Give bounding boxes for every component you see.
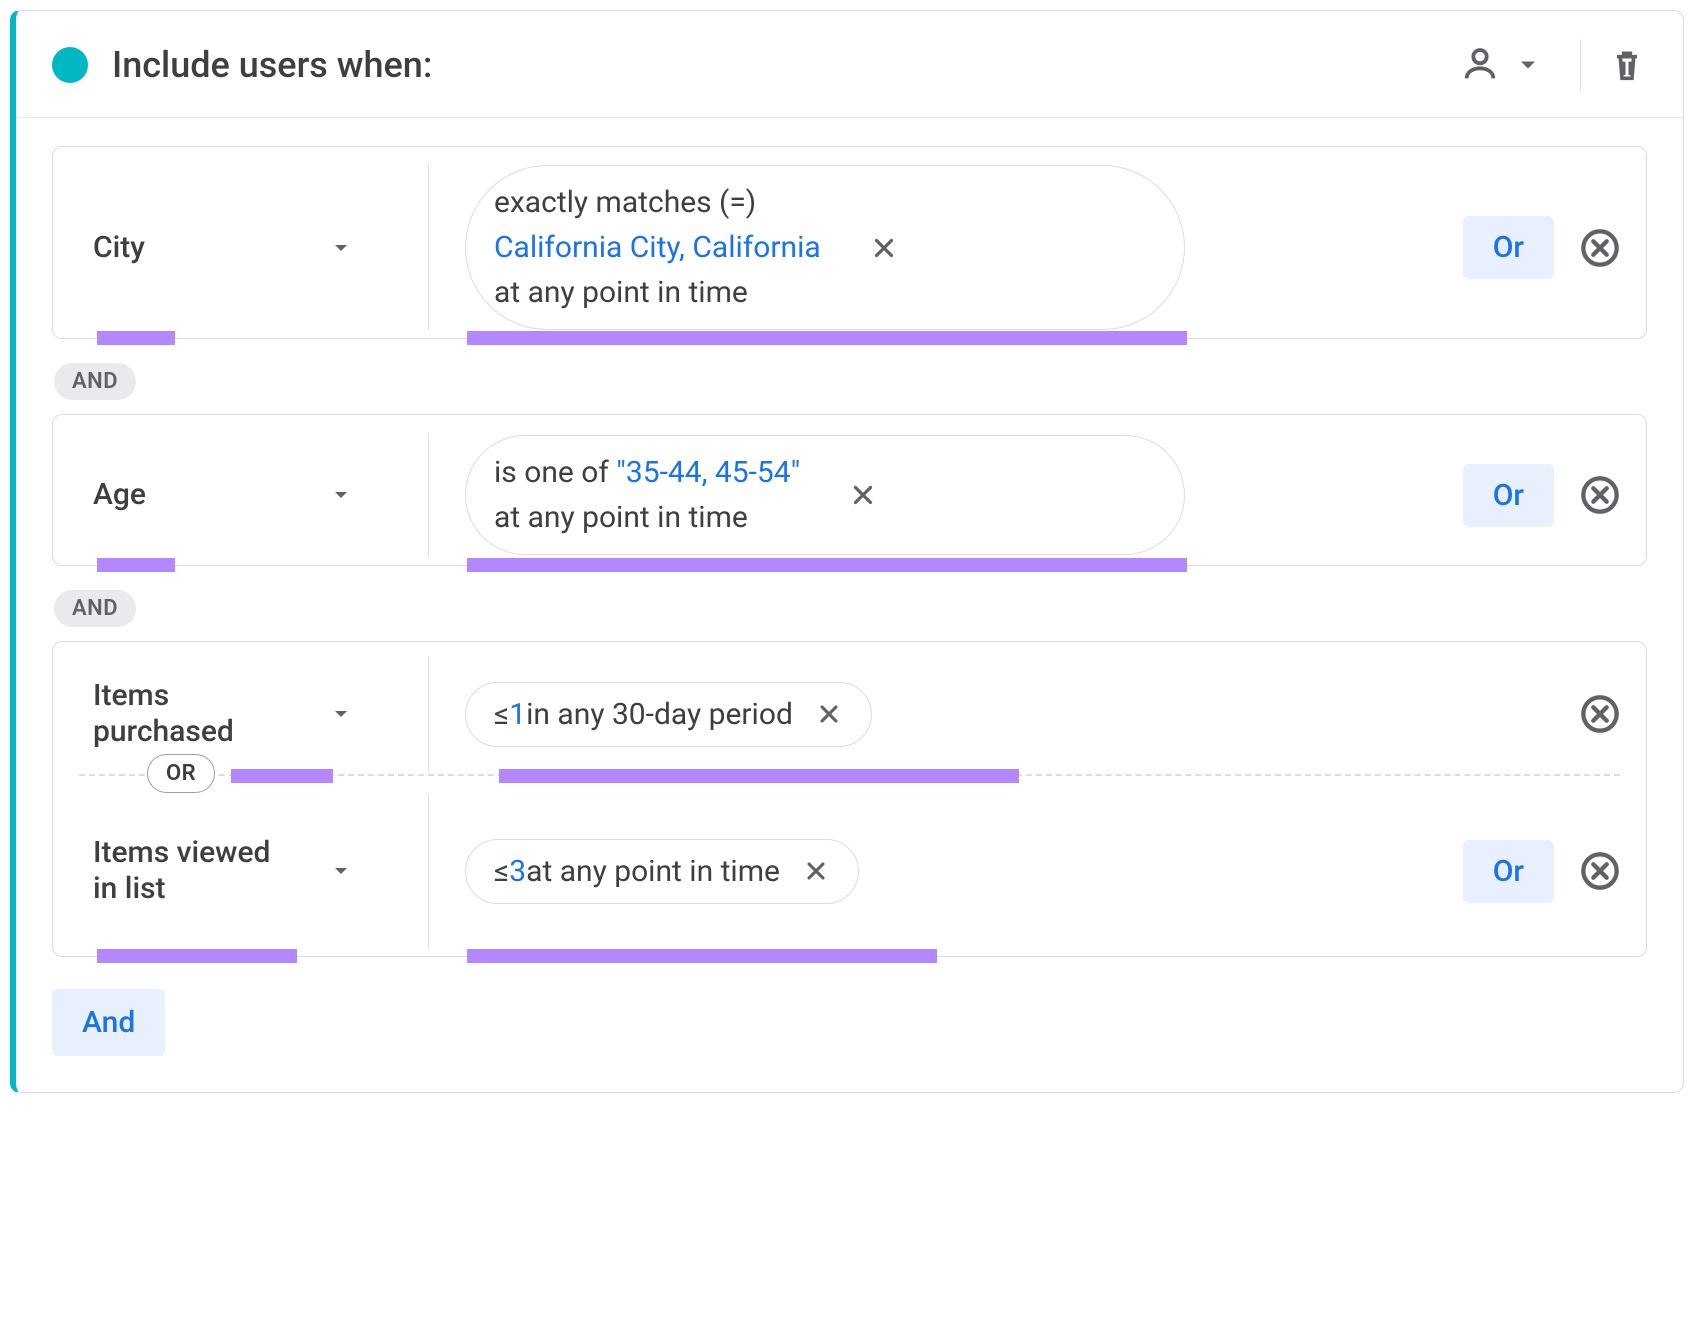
row-actions: Or (1443, 165, 1620, 330)
condition-cell: is one of "35-44, 45-54" at any point in… (465, 433, 1443, 557)
dimension-dropdown[interactable]: Items viewed in list (93, 835, 353, 907)
include-indicator-dot (52, 47, 88, 83)
condition-operator: is one of (494, 455, 616, 490)
audience-condition-panel: Include users when: City (10, 10, 1684, 1093)
condition-cell: ≤ 3 at any point in time (465, 794, 1443, 948)
condition-line: is one of "35-44, 45-54" (494, 450, 800, 495)
dimension-cell: Items purchased (53, 656, 429, 772)
condition-cell: ≤ 1 in any 30-day period (465, 656, 1560, 772)
highlight-bar (97, 558, 175, 572)
panel-title: Include users when: (112, 44, 1448, 86)
highlight-bar (467, 949, 937, 963)
condition-op: ≤ (494, 854, 509, 889)
condition-row: Items viewed in list ≤ 3 at any point in… (53, 776, 1646, 956)
condition-group: Age is one of "35-44, 45-54" at any poin… (52, 414, 1647, 566)
remove-row-button[interactable] (1580, 228, 1620, 268)
caret-down-icon (329, 236, 353, 260)
condition-group: Items purchased ≤ 1 in any 30-day period (52, 641, 1647, 957)
highlight-bar (467, 331, 1187, 345)
add-or-button[interactable]: Or (1463, 216, 1554, 279)
delete-button[interactable] (1607, 45, 1647, 85)
condition-time: at any point in time (494, 495, 800, 540)
caret-down-icon (329, 702, 353, 726)
header-actions (1448, 39, 1647, 91)
row-actions: Or (1443, 433, 1620, 557)
condition-time: at any point in time (494, 270, 821, 315)
row-actions: Or (1443, 794, 1620, 948)
highlight-bar (97, 949, 297, 963)
pill-content: exactly matches (=) California City, Cal… (494, 180, 821, 315)
condition-row: Items purchased ≤ 1 in any 30-day period (53, 642, 1646, 774)
add-or-button[interactable]: Or (1463, 464, 1554, 527)
dimension-dropdown[interactable]: Age (93, 477, 353, 513)
condition-pill[interactable]: exactly matches (=) California City, Cal… (465, 165, 1185, 330)
condition-pill[interactable]: is one of "35-44, 45-54" at any point in… (465, 435, 1185, 555)
condition-pill[interactable]: ≤ 1 in any 30-day period (465, 682, 872, 747)
panel-body: City exactly matches (=) California City… (16, 118, 1683, 1092)
condition-value: 3 (509, 854, 526, 889)
condition-operator: exactly matches (=) (494, 180, 821, 225)
clear-condition-button[interactable] (802, 857, 830, 885)
clear-condition-button[interactable] (848, 480, 878, 510)
dimension-cell: City (53, 165, 429, 330)
dimension-cell: Age (53, 433, 429, 557)
remove-row-button[interactable] (1580, 694, 1620, 734)
condition-suffix: at any point in time (526, 854, 780, 889)
condition-suffix: in any 30-day period (526, 697, 793, 732)
remove-row-button[interactable] (1580, 475, 1620, 515)
dimension-label: Age (93, 477, 146, 513)
clear-condition-button[interactable] (815, 700, 843, 728)
caret-down-icon (329, 859, 353, 883)
highlight-bar (97, 331, 175, 345)
add-or-button[interactable]: Or (1463, 840, 1554, 903)
highlight-bar (467, 558, 1187, 572)
condition-cell: exactly matches (=) California City, Cal… (465, 165, 1443, 330)
and-connector: AND (54, 363, 136, 400)
caret-down-icon (329, 483, 353, 507)
add-and-button[interactable]: And (52, 989, 165, 1056)
remove-row-button[interactable] (1580, 851, 1620, 891)
panel-header: Include users when: (16, 11, 1683, 118)
person-icon (1460, 45, 1500, 85)
condition-row: City exactly matches (=) California City… (53, 147, 1646, 338)
condition-value: "35-44, 45-54" (616, 455, 800, 490)
dimension-label: Items viewed in list (93, 835, 273, 907)
condition-value: California City, California (494, 225, 821, 270)
clear-condition-button[interactable] (869, 233, 899, 263)
condition-pill[interactable]: ≤ 3 at any point in time (465, 839, 859, 904)
dimension-label: City (93, 230, 145, 266)
divider (1580, 39, 1581, 91)
dimension-cell: Items viewed in list (53, 794, 429, 948)
condition-value: 1 (509, 697, 526, 732)
condition-group: City exactly matches (=) California City… (52, 146, 1647, 339)
condition-op: ≤ (494, 697, 509, 732)
condition-row: Age is one of "35-44, 45-54" at any poin… (53, 415, 1646, 565)
dimension-label: Items purchased (93, 678, 273, 750)
pill-content: is one of "35-44, 45-54" at any point in… (494, 450, 800, 540)
dimension-dropdown[interactable]: Items purchased (93, 678, 353, 750)
scope-dropdown[interactable] (1448, 39, 1554, 91)
and-connector: AND (54, 590, 136, 627)
caret-down-icon (1514, 51, 1542, 79)
dimension-dropdown[interactable]: City (93, 230, 353, 266)
row-actions (1560, 656, 1620, 772)
